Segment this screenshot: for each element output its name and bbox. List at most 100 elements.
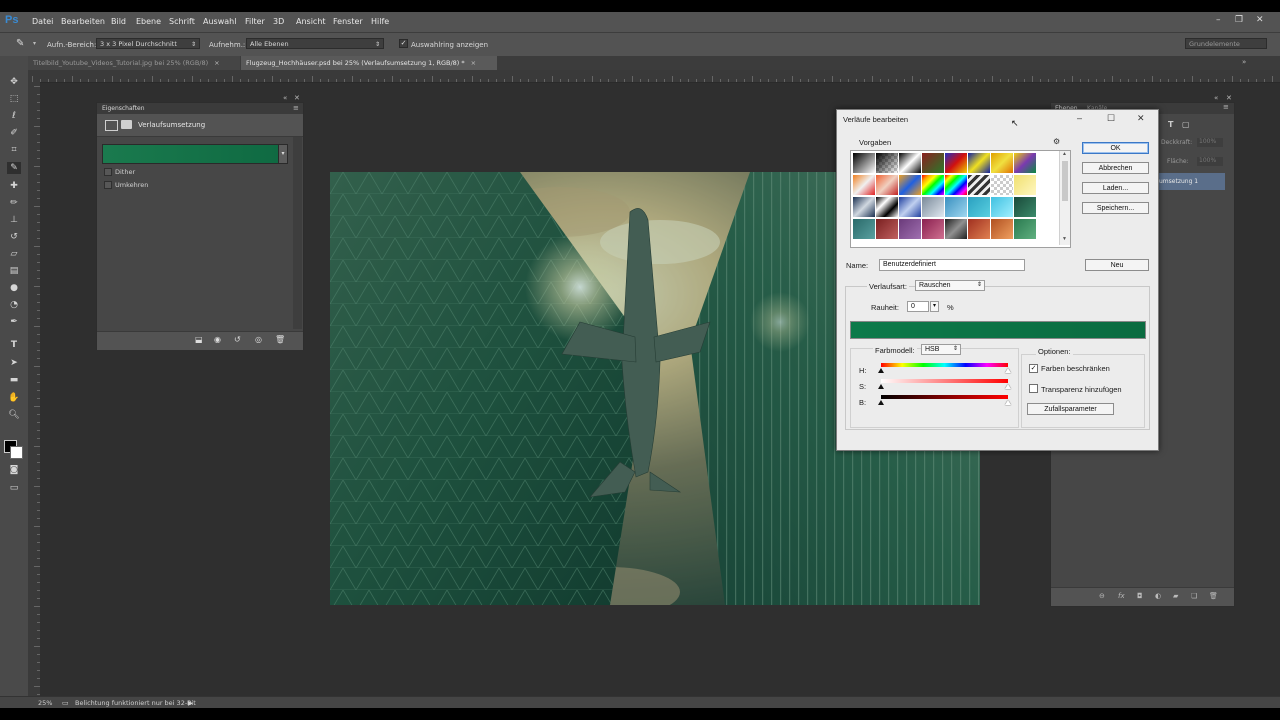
preset-swatch[interactable] (968, 153, 990, 173)
dither-checkbox[interactable] (104, 168, 112, 176)
preset-swatch[interactable] (922, 197, 944, 217)
tab-titelbild[interactable]: Titelbild_Youtube_Videos_Tutorial.jpg be… (28, 56, 240, 70)
preset-swatch[interactable] (922, 153, 944, 173)
visibility-icon[interactable]: ◎ (255, 335, 262, 344)
layer-row-selected[interactable]: umsetzung 1 (1155, 173, 1225, 190)
close-panel-icon[interactable]: ✕ (294, 94, 300, 102)
path-select-tool-icon[interactable]: ➤ (7, 357, 21, 369)
lasso-tool-icon[interactable]: ℓ (7, 110, 21, 122)
dialog-minimize-icon[interactable]: – (1077, 113, 1082, 123)
preset-swatch[interactable] (1014, 219, 1036, 239)
preset-swatch[interactable] (968, 219, 990, 239)
load-button[interactable]: Laden... (1082, 182, 1149, 194)
preset-swatch[interactable] (945, 197, 967, 217)
preset-swatch[interactable] (968, 175, 990, 195)
marquee-tool-icon[interactable]: ⬚ (7, 93, 21, 105)
close-tab-icon[interactable]: × (214, 59, 219, 67)
type-filter-icon[interactable]: T (1168, 120, 1173, 129)
presets-scrollbar[interactable]: ▲ ▼ (1059, 151, 1070, 245)
tool-preset-arrow-icon[interactable]: ▾ (33, 40, 36, 47)
preset-swatch[interactable] (991, 219, 1013, 239)
link-layers-icon[interactable]: ⊖ (1099, 592, 1105, 600)
screen-mode-icon[interactable]: ▭ (7, 482, 21, 494)
gradient-dropdown-icon[interactable]: ▾ (278, 144, 288, 164)
workspace-select[interactable]: Grundelemente (1185, 38, 1267, 49)
stamp-tool-icon[interactable]: ⊥ (7, 214, 21, 226)
dialog-maximize-icon[interactable]: ☐ (1107, 113, 1115, 124)
eyedropper-icon[interactable]: ✎ (16, 38, 24, 49)
adjustment-icon[interactable]: ◐ (1155, 592, 1161, 600)
reset-icon[interactable]: ↺ (234, 335, 241, 344)
view-previous-icon[interactable]: ◉ (214, 335, 221, 344)
zoom-level[interactable]: 25% (38, 699, 52, 707)
preset-swatch[interactable] (853, 219, 875, 239)
scroll-down-icon[interactable]: ▼ (1062, 236, 1067, 242)
panel-menu-icon[interactable]: ≡ (1223, 103, 1229, 111)
collapse-panels-icon[interactable]: « (1214, 94, 1218, 102)
dialog-close-icon[interactable]: ✕ (1137, 113, 1145, 124)
menu-auswahl[interactable]: Auswahl (203, 17, 236, 26)
cancel-button[interactable]: Abbrechen (1082, 162, 1149, 174)
blur-tool-icon[interactable]: ● (7, 282, 21, 294)
roughness-dropdown-icon[interactable]: ▾ (930, 301, 939, 312)
reverse-checkbox[interactable] (104, 181, 112, 189)
saturation-min-handle[interactable] (878, 384, 884, 389)
color-model-select[interactable]: HSB ⇕ (921, 344, 961, 355)
brightness-slider-track[interactable] (881, 395, 1008, 399)
preset-swatch[interactable] (899, 153, 921, 173)
dodge-tool-icon[interactable]: ◔ (7, 299, 21, 311)
gradient-tool-icon[interactable]: ▤ (7, 265, 21, 277)
preset-swatch[interactable] (876, 197, 898, 217)
presets-grid[interactable]: ▲ ▼ (850, 150, 1071, 248)
collapse-panel-icon[interactable]: « (283, 94, 287, 102)
menu-hilfe[interactable]: Hilfe (371, 17, 389, 26)
mask-icon[interactable] (121, 120, 132, 129)
panel-menu-icon[interactable]: ≡ (293, 104, 299, 112)
preset-swatch[interactable] (876, 219, 898, 239)
menu-bearbeiten[interactable]: Bearbeiten (61, 17, 105, 26)
shape-tool-icon[interactable]: ▬ (7, 374, 21, 386)
layer-style-icon[interactable]: fx (1118, 592, 1125, 600)
preset-swatch[interactable] (991, 175, 1013, 195)
preset-swatch[interactable] (876, 153, 898, 173)
preset-swatch[interactable] (876, 175, 898, 195)
close-tab-icon[interactable]: × (471, 59, 476, 67)
preset-swatch[interactable] (922, 219, 944, 239)
preset-swatch[interactable] (922, 175, 944, 195)
properties-scrollbar[interactable] (293, 137, 302, 329)
quick-select-tool-icon[interactable]: ✐ (7, 127, 21, 139)
status-arrow-icon[interactable]: ▶ (188, 699, 193, 707)
preset-swatch[interactable] (968, 197, 990, 217)
preset-swatch[interactable] (899, 219, 921, 239)
restrict-colors-checkbox[interactable]: ✓ (1029, 364, 1038, 373)
preset-swatch[interactable] (1014, 153, 1036, 173)
preset-swatch[interactable] (853, 197, 875, 217)
zoom-tool-icon[interactable]: 🔍︎ (7, 409, 21, 421)
saturation-slider-track[interactable] (881, 379, 1008, 383)
save-button[interactable]: Speichern... (1082, 202, 1149, 214)
restore-icon[interactable]: ❐ (1235, 15, 1243, 25)
pen-tool-icon[interactable]: ✒ (7, 316, 21, 328)
menu-fenster[interactable]: Fenster (333, 17, 363, 26)
preset-swatch[interactable] (991, 197, 1013, 217)
gradient-type-select[interactable]: Rauschen ⇕ (915, 280, 985, 291)
new-button[interactable]: Neu (1085, 259, 1149, 271)
close-icon[interactable]: ✕ (1256, 15, 1264, 25)
quick-mask-icon[interactable]: ◙ (7, 464, 21, 476)
scroll-thumb[interactable] (1062, 161, 1068, 201)
roughness-field[interactable]: 0 (907, 301, 929, 312)
preset-swatch[interactable] (945, 175, 967, 195)
close-panels-icon[interactable]: ✕ (1226, 94, 1232, 102)
group-icon[interactable]: ▰ (1173, 592, 1178, 600)
type-tool-icon[interactable]: T (7, 339, 21, 351)
preset-swatch[interactable] (1014, 197, 1036, 217)
brightness-max-handle[interactable] (1005, 400, 1011, 405)
preset-swatch[interactable] (945, 219, 967, 239)
hue-min-handle[interactable] (878, 368, 884, 373)
add-transparency-checkbox[interactable] (1029, 384, 1038, 393)
sample-area-select[interactable]: 3 x 3 Pixel Durchschnitt ⇕ (96, 38, 200, 49)
hue-max-handle[interactable] (1005, 368, 1011, 373)
fill-field[interactable]: 100% (1197, 157, 1223, 166)
show-ring-checkbox[interactable]: ✓ (399, 39, 408, 48)
menu-bild[interactable]: Bild (111, 17, 126, 26)
